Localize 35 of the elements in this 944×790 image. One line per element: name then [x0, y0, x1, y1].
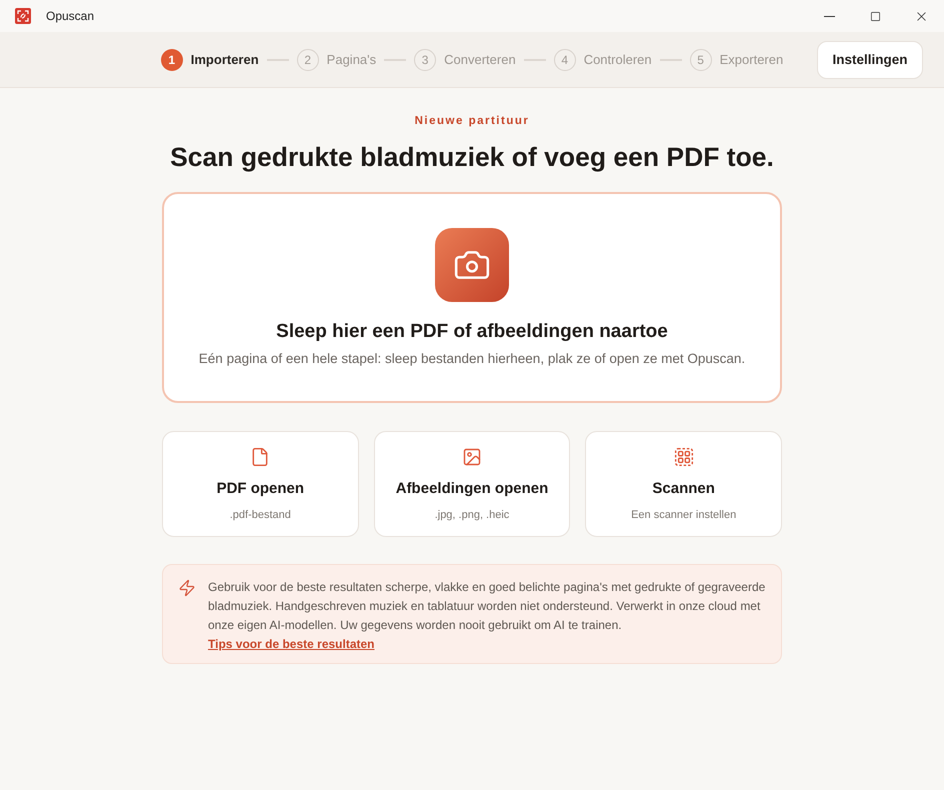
option-card[interactable]: Afbeeldingen openen .jpg, .png, .heic	[374, 431, 570, 537]
step-label: Importeren	[190, 52, 259, 67]
step-number: 4	[554, 48, 576, 70]
step-number: 2	[296, 48, 319, 70]
maximize-icon	[870, 10, 880, 22]
option-title: Afbeeldingen openen	[396, 479, 548, 499]
step-number: 3	[414, 48, 436, 70]
drop-zone[interactable]: Sleep hier een PDF of afbeeldingen naartoe Eén pagina of een hele stapel: sleep bestanden hierheen, plak ze of open ze met Opuscan.	[162, 192, 782, 403]
eyebrow-label: Nieuwe partituur	[414, 114, 530, 128]
camera-icon	[435, 228, 509, 302]
step-label: Converteren	[444, 52, 516, 67]
option-title: Scannen	[652, 479, 715, 499]
step-label: Exporteren	[720, 52, 784, 67]
step-label: Controleren	[584, 52, 652, 67]
tips-link[interactable]: Tips voor de beste resultaten	[208, 637, 374, 651]
window-title: Opuscan	[46, 9, 94, 23]
option-description: .jpg, .png, .heic	[434, 508, 510, 522]
notice-text: Gebruik voor de beste resultaten scherpe, vlakke en goed belichte pagina's met gedrukte of gegraveerde bladmuziek. Handgeschreven muziek en tablatuur worden niet ondersteund. Verwerkt in onze cloud met onze eigen AI-modellen. Uw gegevens worden nooit gebruikt om AI te trainen. Tips voor de beste resultaten	[208, 579, 766, 653]
option-title: PDF openen	[216, 479, 304, 499]
scan-grid-icon	[674, 447, 694, 467]
drop-zone-hint: Eén pagina of een hele stapel: sleep bestanden hierheen, plak ze of open ze met Opuscan.	[198, 350, 746, 368]
lightning-icon	[178, 579, 196, 597]
step-number: 5	[690, 48, 712, 70]
option-card[interactable]: PDF openen .pdf-bestand	[162, 431, 359, 537]
image-icon	[462, 447, 482, 467]
option-description: Een scanner instellen	[631, 508, 736, 522]
option-card[interactable]: Scannen Een scanner instellen	[585, 431, 782, 537]
page-heading: Scan gedrukte bladmuziek of voeg een PDF toe.	[169, 141, 775, 173]
step-label: Pagina's	[326, 52, 376, 67]
file-icon	[250, 447, 270, 467]
step-number: 1	[160, 48, 183, 70]
settings-button[interactable]: Instellingen	[817, 40, 923, 78]
drop-zone-title: Sleep hier een PDF of afbeeldingen naartoe	[276, 320, 668, 344]
option-description: .pdf-bestand	[230, 508, 291, 522]
app-logo-icon	[15, 8, 31, 24]
